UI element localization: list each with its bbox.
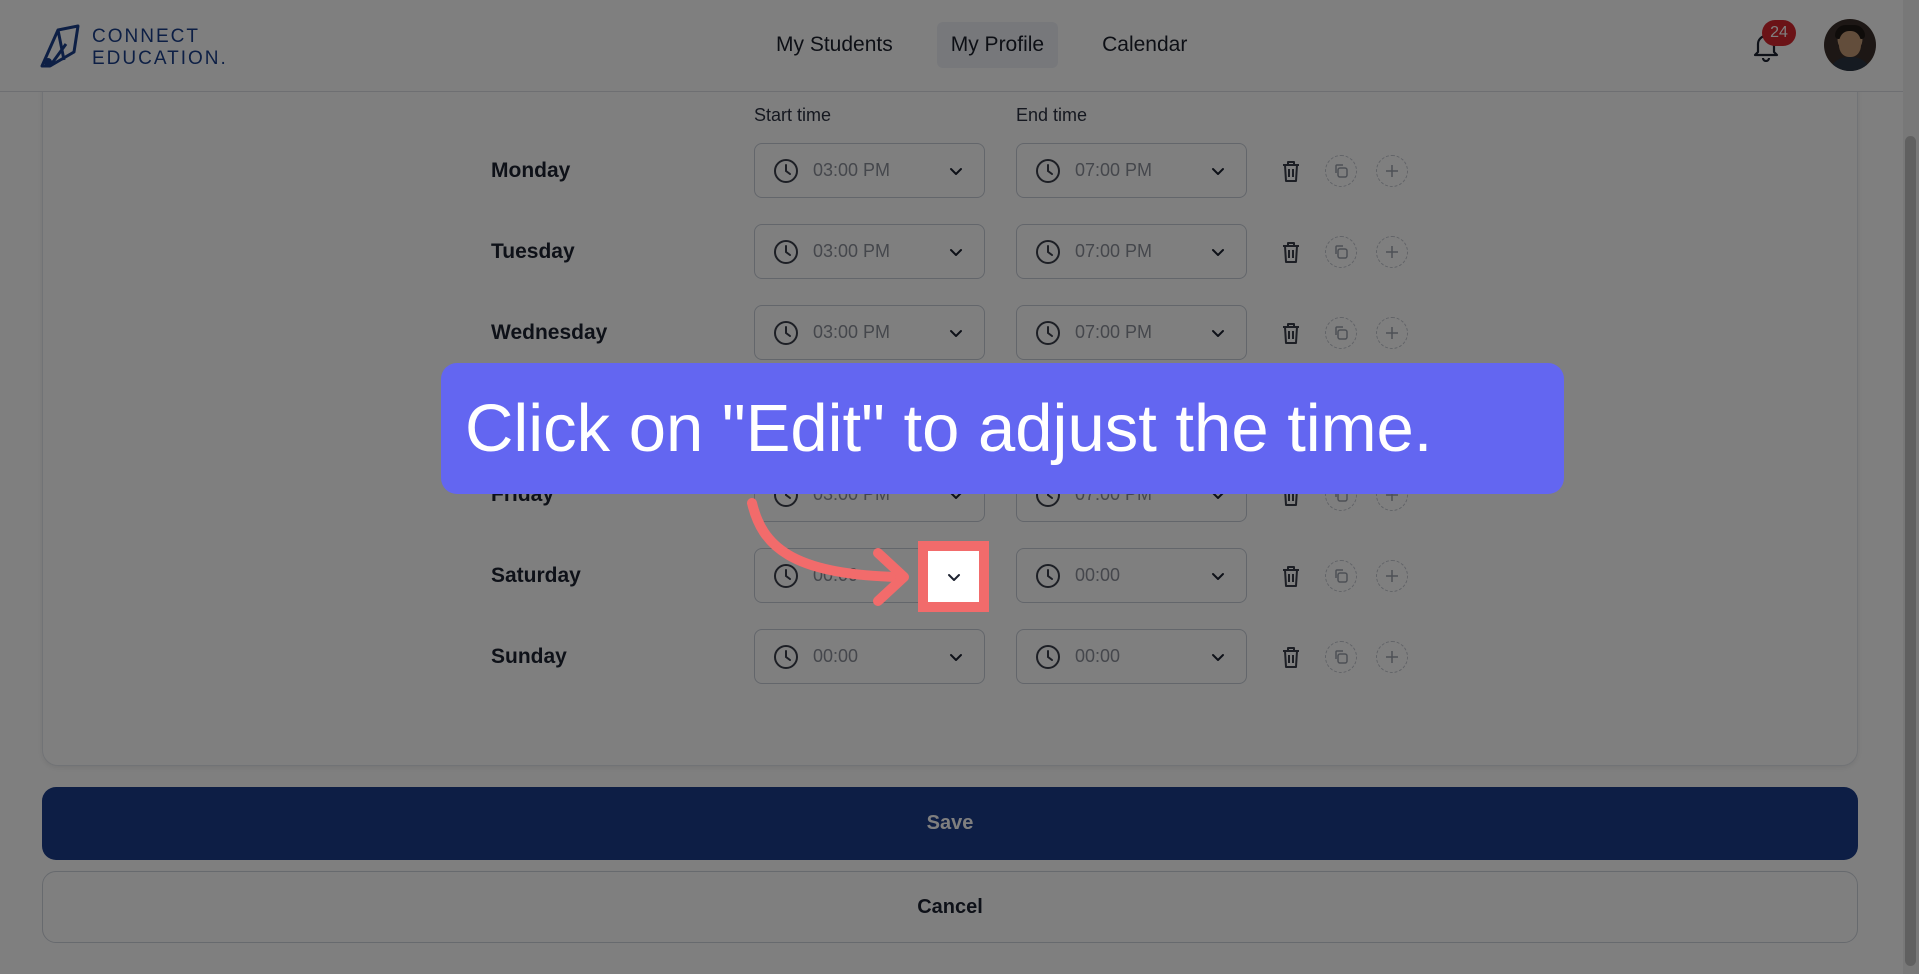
chevron-down-icon	[948, 574, 960, 581]
tutorial-callout: Click on "Edit" to adjust the time.	[441, 363, 1564, 494]
highlighted-start-time-dropdown-button[interactable]	[918, 541, 989, 612]
tutorial-arrow-icon	[747, 498, 909, 606]
